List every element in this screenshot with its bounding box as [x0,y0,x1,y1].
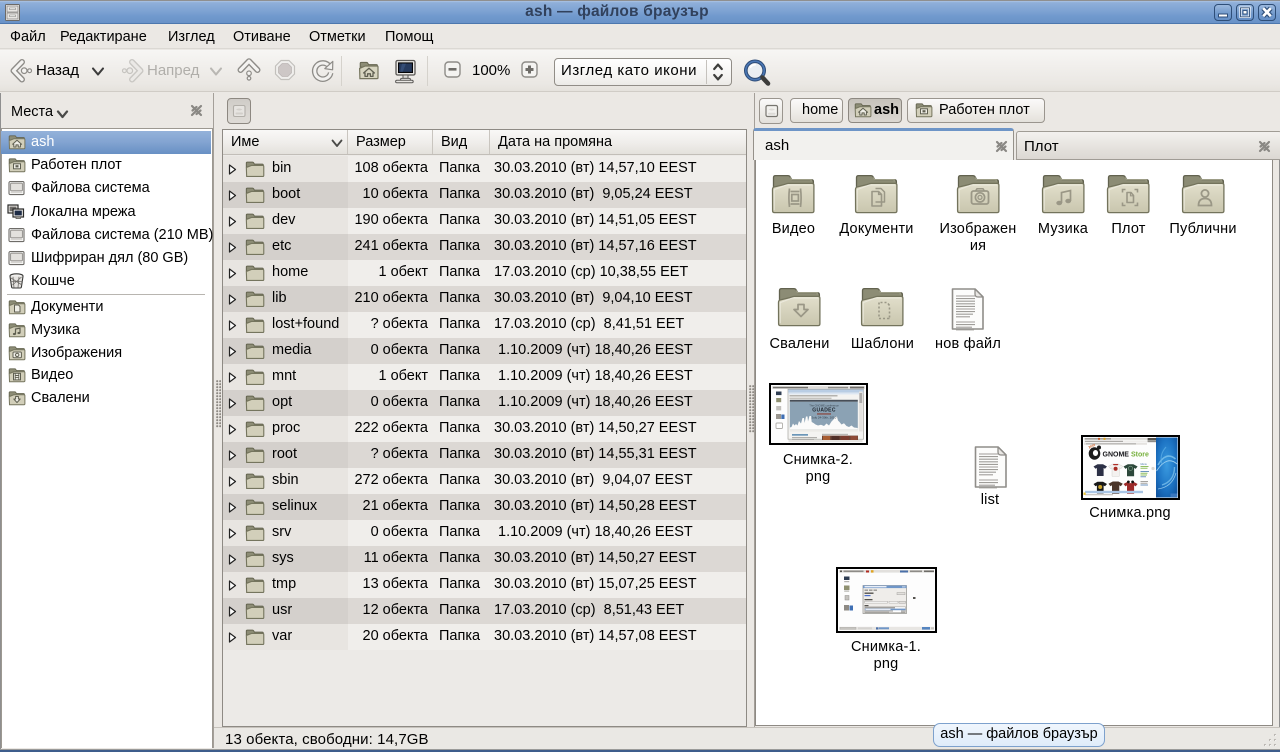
svg-text:GUADEC: GUADEC [812,408,836,414]
svg-text:July 24-30th, 2010: July 24-30th, 2010 [812,416,837,420]
svg-text:Store: Store [1131,452,1149,459]
svg-text:GNOME: GNOME [1103,452,1130,459]
svg-text:Menu: Menu [1141,462,1148,466]
